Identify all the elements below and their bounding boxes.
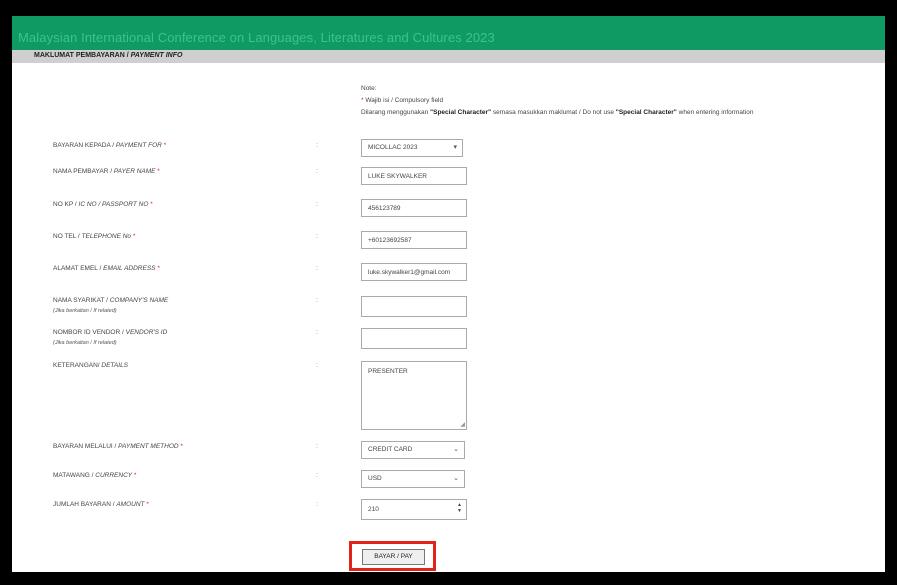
chevron-down-icon: ⌄: [453, 446, 459, 453]
ic-no-label: NO KP / IC NO / PASSPORT NO *: [53, 201, 153, 208]
colon: :: [316, 233, 318, 240]
currency-label: MATAWANG / CURRENCY *: [53, 472, 137, 479]
colon: :: [316, 362, 318, 369]
company-name-label: NAMA SYARIKAT / COMPANY'S NAME (Jika berk…: [53, 297, 169, 314]
colon: :: [316, 265, 318, 272]
currency-select[interactable]: USD ⌄: [361, 470, 465, 488]
telephone-input[interactable]: +60123692587: [361, 231, 467, 249]
amount-label: JUMLAH BAYARAN / AMOUNT *: [53, 501, 149, 508]
chevron-down-icon: ⌄: [453, 475, 459, 482]
company-name-input[interactable]: [361, 296, 467, 317]
ic-no-input[interactable]: 456123789: [361, 199, 467, 217]
section-title: MAKLUMAT PEMBAYARAN / PAYMENT INFO: [34, 52, 183, 59]
email-label: ALAMAT EMEL / EMAIL ADDRESS *: [53, 265, 160, 272]
payer-name-input[interactable]: LUKE SKYWALKER: [361, 167, 467, 185]
amount-input[interactable]: 210 ▲ ▼: [361, 499, 467, 520]
payment-method-label: BAYARAN MELALUI / PAYMENT METHOD *: [53, 443, 183, 450]
header-banner: Malaysian International Conference on La…: [12, 16, 885, 50]
colon: :: [316, 142, 318, 149]
pay-button[interactable]: BAYAR / PAY: [362, 549, 425, 565]
colon: :: [316, 297, 318, 304]
note-heading: Note:: [361, 85, 377, 92]
note-compulsory: * Wajib isi / Compulsory field: [361, 97, 444, 104]
page-frame: Malaysian International Conference on La…: [12, 16, 885, 572]
colon: :: [316, 201, 318, 208]
payer-name-label: NAMA PEMBAYAR / PAYER NAME *: [53, 168, 160, 175]
vendor-id-input[interactable]: [361, 328, 467, 349]
spinner-down-icon[interactable]: ▼: [457, 508, 462, 514]
payment-for-label: BAYARAN KEPADA / PAYMENT FOR *: [53, 142, 167, 149]
colon: :: [316, 329, 318, 336]
colon: :: [316, 168, 318, 175]
colon: :: [316, 443, 318, 450]
note-block: Note: * Wajib isi / Compulsory field Dil…: [361, 83, 753, 119]
section-header: MAKLUMAT PEMBAYARAN / PAYMENT INFO: [12, 50, 885, 63]
colon: :: [316, 472, 318, 479]
payment-method-select[interactable]: CREDIT CARD ⌄: [361, 441, 465, 459]
resize-grip-icon[interactable]: ◢: [460, 421, 465, 428]
number-spinner-icon[interactable]: ▲ ▼: [457, 502, 462, 514]
details-textarea[interactable]: PRESENTER ◢: [361, 361, 467, 430]
payment-for-select[interactable]: MICOLLAC 2023 ▾: [361, 139, 463, 157]
vendor-id-label: NOMBOR ID VENDOR / VENDOR'S ID (Jika berk…: [53, 329, 168, 346]
colon: :: [316, 501, 318, 508]
note-special-characters: Dilarang menggunakan "Special Character"…: [361, 109, 754, 116]
conference-title: Malaysian International Conference on La…: [18, 30, 495, 45]
details-label: KETERANGAN/ DETAILS: [53, 362, 129, 369]
telephone-label: NO TEL / TELEPHONE No *: [53, 233, 136, 240]
pay-button-highlight: BAYAR / PAY: [349, 541, 436, 571]
caret-down-icon: ▾: [453, 144, 457, 151]
email-input[interactable]: luke.skywalker1@gmail.com: [361, 263, 467, 281]
